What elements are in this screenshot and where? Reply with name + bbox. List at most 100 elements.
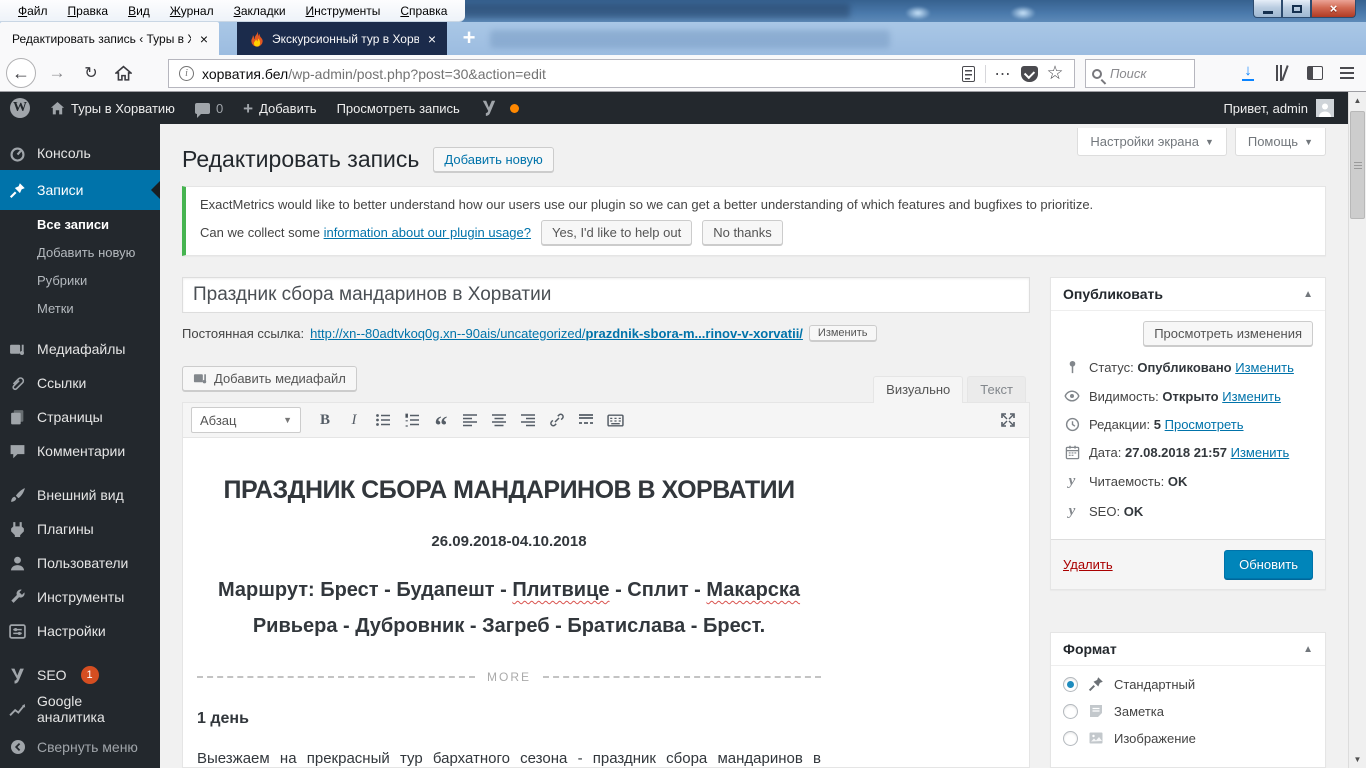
collapse-toggle-icon[interactable]: ▲ <box>1303 289 1313 300</box>
browse-revisions-link[interactable]: Просмотреть <box>1165 417 1244 432</box>
fullscreen-button[interactable] <box>995 407 1021 433</box>
wp-logo-menu[interactable]: W <box>0 92 40 124</box>
pocket-button[interactable] <box>1016 61 1042 87</box>
text-tab[interactable]: Текст <box>967 376 1026 402</box>
menu-view[interactable]: Вид <box>120 2 158 20</box>
menu-history[interactable]: Журнал <box>162 2 222 20</box>
search-box[interactable] <box>1085 59 1195 88</box>
format-option-aside[interactable]: Заметка <box>1063 703 1313 719</box>
visual-tab[interactable]: Визуально <box>873 376 964 403</box>
close-button[interactable]: × <box>1311 0 1356 18</box>
move-to-trash-link[interactable]: Удалить <box>1063 557 1113 572</box>
menu-bookmarks[interactable]: Закладки <box>226 2 294 20</box>
submenu-categories[interactable]: Рубрики <box>0 266 160 294</box>
editor-content[interactable]: ПРАЗДНИК СБОРА МАНДАРИНОВ В ХОРВАТИИ 26.… <box>182 438 1030 768</box>
scrollbar-thumb[interactable] <box>1350 111 1365 219</box>
site-menu[interactable]: Туры в Хорватию <box>40 92 185 124</box>
add-new-post-button[interactable]: Добавить новую <box>433 147 554 172</box>
home-button[interactable] <box>108 58 138 88</box>
menu-tools[interactable]: Инструменты <box>298 2 389 20</box>
sidebar-item-media[interactable]: Медиафайлы <box>0 332 160 366</box>
sidebar-item-appearance[interactable]: Внешний вид <box>0 478 160 512</box>
bullet-list-button[interactable] <box>370 407 396 433</box>
sidebar-item-comments[interactable]: Комментарии <box>0 434 160 468</box>
collapse-toggle-icon[interactable]: ▲ <box>1303 644 1313 655</box>
format-option-standard[interactable]: Стандартный <box>1063 676 1313 692</box>
submenu-tags[interactable]: Метки <box>0 294 160 322</box>
menu-file[interactable]: Файл <box>10 2 56 20</box>
toolbar-toggle-button[interactable] <box>602 407 628 433</box>
yoast-menu[interactable] <box>470 92 529 124</box>
app-menu-button[interactable] <box>1332 58 1362 88</box>
url-bar[interactable]: i хорватия.бел/wp-admin/post.php?post=30… <box>168 59 1075 88</box>
edit-date-link[interactable]: Изменить <box>1231 445 1290 460</box>
library-button[interactable] <box>1266 58 1296 88</box>
align-left-button[interactable] <box>457 407 483 433</box>
sidebar-item-posts[interactable]: Записи <box>0 170 160 210</box>
sidebar-item-dashboard[interactable]: Консоль <box>0 136 160 170</box>
site-info-icon[interactable]: i <box>179 66 194 81</box>
edit-status-link[interactable]: Изменить <box>1235 360 1294 375</box>
submenu-all-posts[interactable]: Все записи <box>0 210 160 238</box>
submenu-add-new[interactable]: Добавить новую <box>0 238 160 266</box>
minimize-button[interactable] <box>1253 0 1282 18</box>
scrollbar[interactable]: ▲ ▼ <box>1348 92 1366 768</box>
bold-button[interactable]: B <box>312 407 338 433</box>
bookmark-button[interactable]: ☆ <box>1042 61 1068 87</box>
radio[interactable] <box>1063 703 1078 719</box>
collapse-menu-button[interactable]: Свернуть меню <box>0 730 160 764</box>
view-post-menu[interactable]: Просмотреть запись <box>327 92 470 124</box>
reader-mode-button[interactable] <box>955 61 981 87</box>
browser-tab-tour[interactable]: Экскурсионный тур в Хорвати × <box>237 22 447 55</box>
read-more-button[interactable] <box>573 407 599 433</box>
new-content-menu[interactable]: + Добавить <box>233 92 326 124</box>
align-center-button[interactable] <box>486 407 512 433</box>
my-account-menu[interactable]: Привет, admin <box>1223 99 1348 117</box>
comments-menu[interactable]: 0 <box>185 92 233 124</box>
reload-button[interactable]: ↻ <box>76 58 106 88</box>
paragraph-select[interactable]: Абзац ▼ <box>191 407 301 433</box>
blockquote-button[interactable]: “ <box>428 407 454 439</box>
help-button[interactable]: Помощь ▼ <box>1234 128 1326 156</box>
maximize-button[interactable] <box>1282 0 1311 18</box>
search-input[interactable] <box>1108 65 1178 82</box>
tab-close-icon[interactable]: × <box>425 31 439 47</box>
back-button[interactable]: ← <box>6 58 36 88</box>
page-actions-button[interactable]: ⋯ <box>990 61 1016 87</box>
link-button[interactable] <box>544 407 570 433</box>
preview-changes-button[interactable]: Просмотреть изменения <box>1143 321 1313 346</box>
edit-visibility-link[interactable]: Изменить <box>1222 389 1281 404</box>
forward-button[interactable]: → <box>42 58 72 88</box>
sidebar-item-tools[interactable]: Инструменты <box>0 580 160 614</box>
menu-help[interactable]: Справка <box>392 2 455 20</box>
sidebar-toggle-button[interactable] <box>1300 58 1330 88</box>
format-option-image[interactable]: Изображение <box>1063 730 1313 746</box>
notice-no-button[interactable]: No thanks <box>702 220 783 245</box>
new-tab-button[interactable]: + <box>456 25 482 51</box>
italic-button[interactable]: I <box>341 407 367 433</box>
sidebar-item-pages[interactable]: Страницы <box>0 400 160 434</box>
radio-selected[interactable] <box>1063 676 1078 692</box>
sidebar-item-users[interactable]: Пользователи <box>0 546 160 580</box>
browser-tab-edit-post[interactable]: Редактировать запись ‹ Туры в Хо × <box>0 22 219 55</box>
post-title-input[interactable] <box>182 277 1030 313</box>
sidebar-item-links[interactable]: Ссылки <box>0 366 160 400</box>
scroll-up-button[interactable]: ▲ <box>1349 92 1366 109</box>
plugin-usage-link[interactable]: information about our plugin usage? <box>324 225 531 240</box>
radio[interactable] <box>1063 730 1078 746</box>
permalink-url[interactable]: http://xn--80adtvkoq0g.xn--90ais/uncateg… <box>310 326 803 341</box>
downloads-button[interactable]: ↓ <box>1233 58 1263 88</box>
sidebar-item-plugins[interactable]: Плагины <box>0 512 160 546</box>
numbered-list-button[interactable] <box>399 407 425 433</box>
tab-close-icon[interactable]: × <box>197 31 211 47</box>
sidebar-item-settings[interactable]: Настройки <box>0 614 160 648</box>
menu-edit[interactable]: Правка <box>60 2 117 20</box>
screen-options-button[interactable]: Настройки экрана ▼ <box>1077 128 1227 156</box>
align-right-button[interactable] <box>515 407 541 433</box>
notice-yes-button[interactable]: Yes, I'd like to help out <box>541 220 693 245</box>
sidebar-item-seo[interactable]: SEO 1 <box>0 658 160 692</box>
sidebar-item-google-analytics[interactable]: Google аналитика <box>0 692 160 726</box>
edit-permalink-button[interactable]: Изменить <box>808 325 877 341</box>
update-button[interactable]: Обновить <box>1224 550 1313 579</box>
add-media-button[interactable]: Добавить медиафайл <box>182 366 357 391</box>
